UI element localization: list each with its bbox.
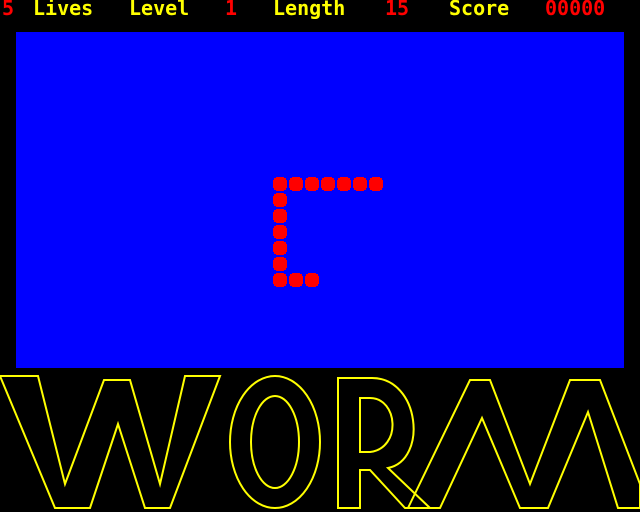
length-value: 15	[385, 0, 410, 20]
status-bar: 5 Lives Level 1 Length 15 Score 00000	[0, 0, 640, 18]
worm-segment	[273, 225, 287, 239]
logo-letter-o-inner	[250, 395, 300, 489]
worm-segment	[321, 177, 335, 191]
worm-segment	[273, 273, 287, 287]
level-value: 1	[225, 0, 238, 20]
score-label: Score	[449, 0, 510, 20]
worm-segment	[305, 177, 319, 191]
worm-segment	[273, 257, 287, 271]
worm-head	[369, 177, 383, 191]
logo-letter-r-inner	[359, 397, 394, 453]
worm-segment	[289, 177, 303, 191]
worm-segment	[353, 177, 367, 191]
worm-segment	[273, 241, 287, 255]
worm-segment	[305, 273, 319, 287]
level-label: Level	[129, 0, 190, 20]
worm-logo	[0, 375, 640, 509]
length-label: Length	[273, 0, 346, 20]
worm-segment	[273, 177, 287, 191]
worm-segment	[273, 209, 287, 223]
worm-segment	[337, 177, 351, 191]
game-playfield	[16, 32, 624, 368]
logo-letter-r	[337, 377, 433, 509]
worm-segment	[289, 273, 303, 287]
worm-segment	[273, 193, 287, 207]
score-value: 00000	[545, 0, 606, 20]
logo-letter-w	[0, 375, 222, 509]
worm	[273, 177, 383, 287]
logo-letter-m	[406, 379, 640, 509]
lives-count: 5	[2, 0, 15, 20]
lives-label: Lives	[33, 0, 94, 20]
